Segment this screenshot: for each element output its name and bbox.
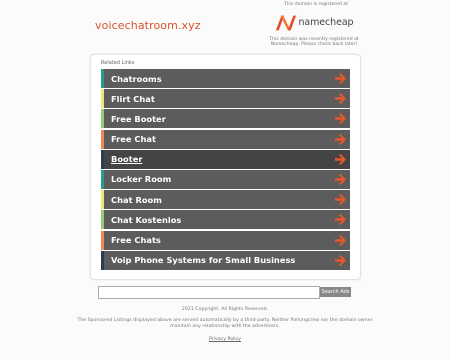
- related-link[interactable]: Locker Room: [101, 169, 350, 189]
- related-link-label: Chat Kostenlos: [111, 214, 182, 225]
- footer: 2021 Copyright. All Rights Reserved. The…: [60, 307, 390, 343]
- privacy-policy-link[interactable]: Privacy Policy: [60, 337, 390, 343]
- link-color-stripe: [101, 190, 104, 210]
- registrar-note: This domain was recently registered at N…: [269, 36, 359, 48]
- related-link[interactable]: Flirt Chat: [101, 89, 350, 109]
- brand-name: namecheap: [298, 16, 354, 28]
- arrow-right-icon: [335, 234, 346, 246]
- link-color-stripe: [101, 89, 104, 109]
- arrow-right-icon: [335, 194, 346, 206]
- domain-title: voicechatroom.xyz: [95, 19, 201, 32]
- arrow-right-icon: [335, 173, 346, 185]
- search-input[interactable]: [98, 286, 320, 299]
- related-link-label: Free Chat: [111, 134, 156, 145]
- arrow-right-icon: [335, 133, 346, 145]
- arrow-right-icon: [335, 73, 346, 84]
- namecheap-n-icon: [275, 15, 296, 31]
- related-link[interactable]: Chat Kostenlos: [101, 210, 350, 230]
- related-link-label: Chat Room: [111, 194, 162, 205]
- related-link-label: Locker Room: [111, 174, 172, 185]
- registrar-box: This domain is registered at namecheap T…: [266, 2, 362, 48]
- link-color-stripe: [101, 129, 104, 149]
- link-color-stripe: [101, 169, 104, 189]
- related-link[interactable]: Free Chats: [101, 230, 350, 250]
- related-links-panel: Related Links Chatrooms Flirt Chat Free Bo…: [90, 54, 361, 280]
- arrow-right-icon: [335, 153, 346, 165]
- related-links-list: Chatrooms Flirt Chat Free Booter Free Chat B…: [101, 69, 350, 271]
- link-color-stripe: [101, 69, 104, 88]
- related-links-label: Related Links: [101, 60, 135, 66]
- registered-at-label: This domain is registered at: [283, 2, 349, 7]
- copyright-text: 2021 Copyright. All Rights Reserved.: [181, 307, 269, 312]
- search-bar: Search Ads: [98, 286, 352, 299]
- related-link[interactable]: Booter: [101, 149, 350, 169]
- related-link-label: Flirt Chat: [111, 93, 155, 104]
- disclaimer-text: The Sponsored Listings displayed above a…: [77, 318, 373, 330]
- arrow-right-icon: [335, 113, 346, 125]
- related-link-label: Free Chats: [111, 235, 161, 245]
- link-color-stripe: [101, 210, 104, 230]
- related-link-label: Free Booter: [111, 113, 166, 124]
- related-link[interactable]: Free Chat: [101, 129, 350, 149]
- link-color-stripe: [101, 230, 104, 250]
- link-color-stripe: [101, 250, 104, 270]
- related-link-label: Booter: [111, 154, 143, 165]
- related-link[interactable]: Voip Phone Systems for Small Business: [101, 250, 350, 270]
- arrow-right-icon: [335, 254, 346, 266]
- arrow-right-icon: [335, 214, 346, 226]
- related-link[interactable]: Chatrooms: [101, 69, 350, 88]
- related-link[interactable]: Free Booter: [101, 109, 350, 129]
- search-ads-button[interactable]: Search Ads: [320, 287, 351, 297]
- related-link[interactable]: Chat Room: [101, 190, 350, 210]
- related-link-label: Chatrooms: [111, 73, 162, 84]
- link-color-stripe: [101, 149, 104, 169]
- namecheap-logo[interactable]: namecheap: [266, 12, 362, 34]
- link-color-stripe: [101, 109, 104, 129]
- arrow-right-icon: [335, 93, 346, 105]
- related-link-label: Voip Phone Systems for Small Business: [111, 255, 296, 266]
